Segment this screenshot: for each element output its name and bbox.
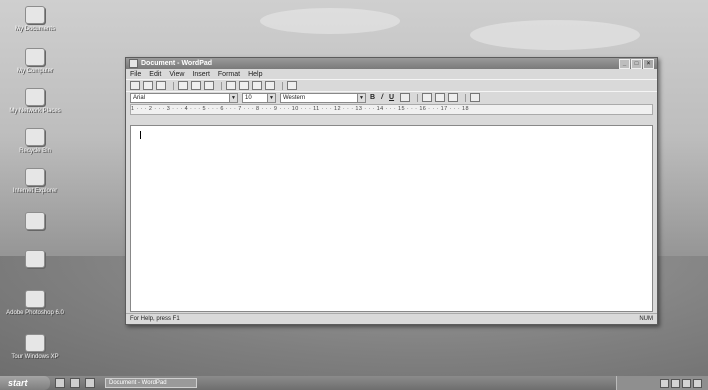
network-icon	[25, 88, 45, 106]
close-button[interactable]: ×	[643, 58, 654, 69]
desktop-icon-document[interactable]	[5, 250, 65, 270]
tray-messenger-icon[interactable]	[693, 378, 702, 388]
status-text: For Help, press F1	[130, 316, 180, 322]
script-value: Western	[283, 94, 306, 101]
desktop-icon-label: My Documents	[14, 26, 55, 32]
folder-icon	[25, 6, 45, 24]
save-icon[interactable]	[156, 81, 166, 90]
wallpaper-cloud	[470, 20, 640, 50]
folder-icon	[25, 212, 45, 230]
taskbar: start Document - WordPad	[0, 376, 708, 390]
maximize-button[interactable]: □	[631, 58, 642, 69]
title-bar[interactable]: Document - WordPad _ □ ×	[126, 58, 657, 69]
desktop-icon-label: Recycle Bin	[19, 148, 51, 154]
open-folder-icon[interactable]	[143, 81, 153, 90]
font-name-select[interactable]: Arial ▼	[130, 92, 238, 103]
quicklaunch-desktop-icon[interactable]	[85, 378, 95, 388]
quicklaunch-browser-icon[interactable]	[55, 378, 65, 388]
chevron-down-icon[interactable]: ▼	[267, 93, 275, 102]
italic-button[interactable]: /	[381, 94, 383, 101]
paste-icon[interactable]	[252, 81, 262, 90]
toolbar-separator	[173, 81, 174, 90]
menu-edit[interactable]: Edit	[149, 71, 161, 78]
desktop-icon-my-documents[interactable]: My Documents	[5, 6, 65, 33]
align-right-icon[interactable]	[448, 93, 459, 102]
desktop-icon-label: My Network Places	[9, 108, 61, 114]
menu-insert[interactable]: Insert	[192, 71, 210, 78]
text-caret	[140, 131, 141, 139]
find-icon[interactable]	[204, 81, 214, 90]
desktop-icon-internet-explorer[interactable]: Internet Explorer	[5, 168, 65, 195]
standard-toolbar	[126, 79, 657, 91]
chevron-down-icon[interactable]: ▼	[229, 93, 237, 102]
script-select[interactable]: Western ▼	[280, 92, 366, 103]
num-lock-indicator: NUM	[639, 316, 653, 322]
tray-volume-icon[interactable]	[671, 378, 680, 388]
toolbar-separator	[282, 81, 283, 90]
format-toolbar: Arial ▼ 10 ▼ Western ▼ B / U	[126, 91, 657, 103]
underline-button[interactable]: U	[389, 94, 394, 101]
font-size-select[interactable]: 10 ▼	[242, 92, 276, 103]
system-tray	[616, 376, 708, 390]
cut-icon[interactable]	[226, 81, 236, 90]
recycle-bin-icon	[25, 128, 45, 146]
minimize-button[interactable]: _	[619, 58, 630, 69]
desktop-icon-label: Internet Explorer	[12, 188, 58, 194]
menu-bar: File Edit View Insert Format Help	[126, 69, 657, 79]
menu-format[interactable]: Format	[218, 71, 240, 78]
desktop-icon-label: Tour Windows XP	[11, 354, 59, 360]
align-center-icon[interactable]	[435, 93, 446, 102]
document-editor[interactable]	[130, 125, 653, 312]
document-icon	[25, 250, 45, 268]
computer-icon	[25, 48, 45, 66]
desktop-icon-label: Adobe Photoshop 6.0	[6, 310, 64, 316]
menu-file[interactable]: File	[130, 71, 141, 78]
print-preview-icon[interactable]	[191, 81, 201, 90]
menu-view[interactable]: View	[169, 71, 184, 78]
tour-icon	[25, 334, 45, 352]
font-color-icon[interactable]	[400, 93, 411, 102]
desktop-icon-folder[interactable]	[5, 212, 65, 232]
toolbar-separator	[221, 81, 222, 90]
chevron-down-icon[interactable]: ▼	[357, 93, 365, 102]
status-bar: For Help, press F1 NUM	[126, 313, 657, 324]
desktop-icon-my-computer[interactable]: My Computer	[5, 48, 65, 75]
start-button[interactable]: start	[0, 376, 50, 390]
browser-icon	[25, 168, 45, 186]
desktop-icon-label: My Computer	[16, 68, 53, 74]
desktop-icon-network[interactable]: My Network Places	[5, 88, 65, 115]
undo-icon[interactable]	[265, 81, 275, 90]
wallpaper-cloud	[260, 8, 400, 34]
window-title: Document - WordPad	[141, 60, 213, 67]
wordpad-app-icon	[129, 59, 138, 68]
quicklaunch-media-icon[interactable]	[70, 378, 80, 388]
toolbar-separator	[417, 93, 419, 102]
tray-network-icon[interactable]	[660, 378, 669, 388]
tray-security-icon[interactable]	[682, 378, 691, 388]
bold-button[interactable]: B	[370, 94, 375, 101]
taskbar-wordpad-button[interactable]: Document - WordPad	[105, 378, 197, 388]
align-left-icon[interactable]	[422, 93, 433, 102]
print-icon[interactable]	[178, 81, 188, 90]
font-name-value: Arial	[133, 94, 146, 101]
bullets-icon[interactable]	[470, 93, 481, 102]
copy-icon[interactable]	[239, 81, 249, 90]
desktop-icon-photoshop[interactable]: Adobe Photoshop 6.0	[5, 290, 65, 317]
desktop-icon-tour-windows[interactable]: Tour Windows XP	[5, 334, 65, 361]
insert-date-time-icon[interactable]	[287, 81, 297, 90]
menu-help[interactable]: Help	[248, 71, 262, 78]
font-size-value: 10	[245, 94, 252, 101]
photoshop-icon	[25, 290, 45, 308]
ruler[interactable]: 1 · · · 2 · · · 3 · · · 4 · · · 5 · · · …	[130, 104, 653, 115]
wordpad-window: Document - WordPad _ □ × File Edit View …	[125, 57, 658, 325]
desktop-icon-recycle-bin[interactable]: Recycle Bin	[5, 128, 65, 155]
new-document-icon[interactable]	[130, 81, 140, 90]
toolbar-separator	[465, 93, 467, 102]
